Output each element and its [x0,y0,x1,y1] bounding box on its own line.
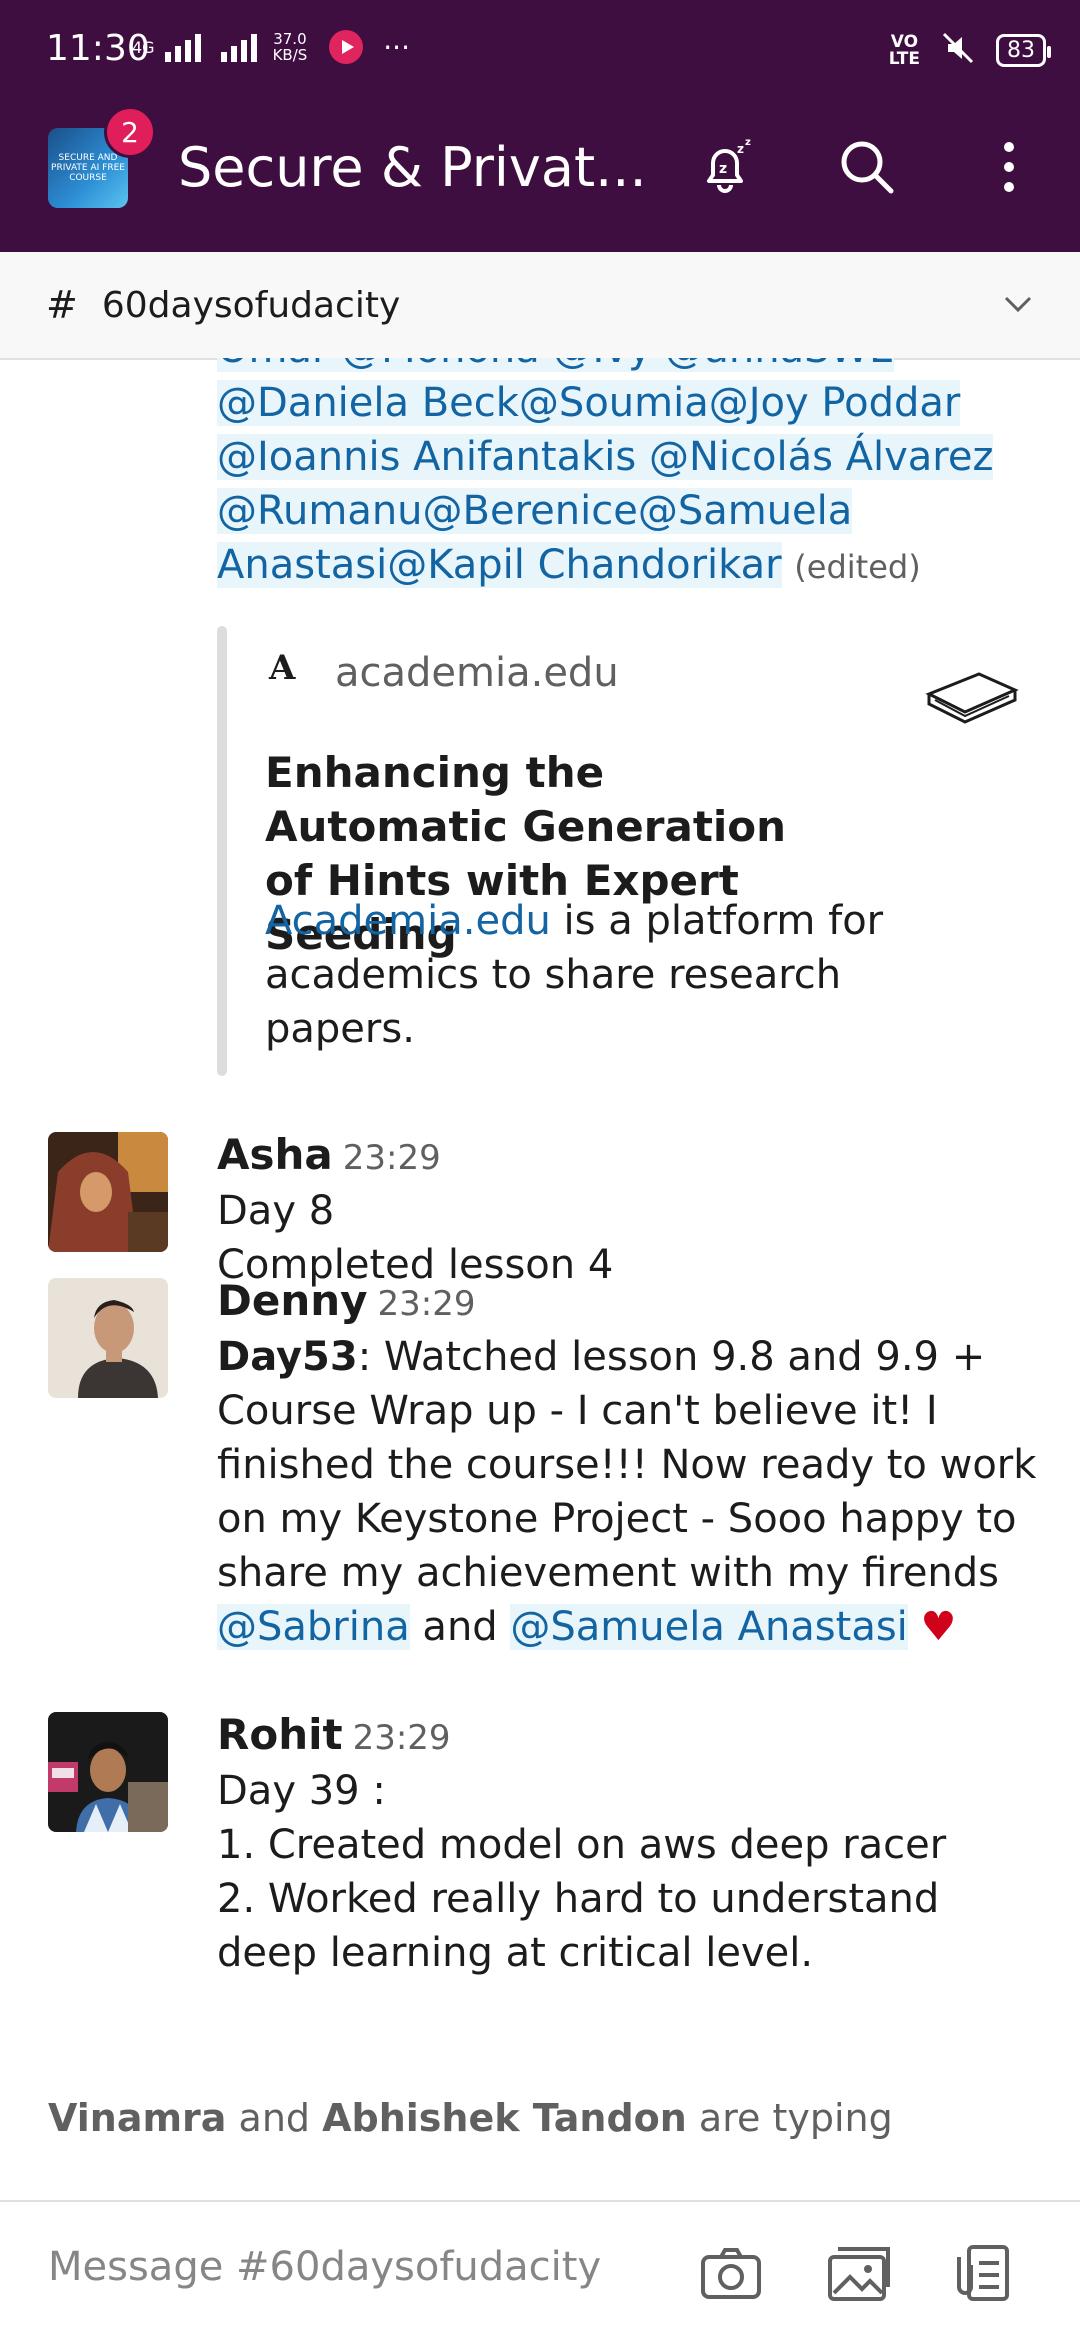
message-list[interactable]: Omar @Mohona @Ivy @annaSWE @Daniela Beck… [0,358,1080,2098]
network-type: 4G [132,37,155,57]
status-bar: 11:30 4G 37.0 KB/S ··· VO LTE 83 [0,0,1080,84]
attach-file-icon[interactable] [948,2238,1018,2308]
message-body: Day 39 : 1. Created model on aws deep ra… [217,1768,947,1976]
message-author[interactable]: Denny 23:29 [217,1276,476,1325]
attachment-domain: academia.edu [335,650,619,696]
unread-badge: 2 [104,106,156,158]
svg-text:z: z [719,161,727,177]
link-preview[interactable]: A academia.edu Enhancing the Automatic G… [217,626,1047,1076]
message-author[interactable]: Rohit 23:29 [217,1710,451,1759]
attachment-description: Academia.edu is a platform for academics… [265,898,884,1052]
message-time: 23:29 [352,1718,451,1758]
mention-line[interactable]: @Daniela Beck@Soumia@Joy Poddar [217,380,961,426]
book-thumbnail-icon [917,646,1027,756]
mention-line[interactable]: Anastasi@Kapil Chandorikar [217,542,782,588]
mention-sabrina[interactable]: @Sabrina [217,1604,410,1650]
message-composer: Message #60daysofudacity [0,2200,1080,2342]
message-time: 23:29 [342,1138,441,1178]
heart-emoji: ♥ [920,1604,957,1650]
message-time: 23:29 [377,1284,476,1324]
message-body: Day53: Watched lesson 9.8 and 9.9 + Cour… [217,1334,1037,1650]
attachment-bar [217,626,227,1076]
battery-icon: 83 [996,34,1051,67]
net-speed: 37.0 KB/S [272,30,308,64]
avatar[interactable] [48,1132,168,1252]
channel-hash-icon: # [46,283,78,327]
signal-icon [164,32,201,62]
status-right: VO LTE 83 [888,30,1051,71]
academia-logo-icon: A [269,648,296,688]
gallery-icon[interactable] [824,2238,894,2308]
volte-icon: VO LTE [888,31,920,69]
search-icon[interactable] [832,132,902,202]
mention-samuela[interactable]: @Samuela Anastasi [510,1604,908,1650]
app-header: SECURE AND PRIVATE AI FREE COURSE 2 Secu… [0,84,1080,252]
chevron-down-icon[interactable] [1000,286,1036,326]
svg-text:z: z [737,142,744,156]
channel-name[interactable]: 60daysofudacity [102,285,400,326]
more-notifications-icon: ··· [383,30,410,64]
message-author[interactable]: Asha 23:29 [217,1130,441,1179]
camera-icon[interactable] [696,2238,766,2308]
avatar[interactable] [48,1278,168,1398]
attachment-desc-link[interactable]: Academia.edu [265,898,551,944]
mention-line[interactable]: @Rumanu@Berenice@Samuela [217,488,853,534]
snooze-bell-icon[interactable]: z z z [690,132,760,202]
mention-line[interactable]: @Ioannis Anifantakis @Nicolás Álvarez [217,434,994,480]
mention-partial[interactable]: Omar @Mohona @Ivy @annaSWE [217,358,895,372]
message-input[interactable]: Message #60daysofudacity [48,2244,601,2290]
message-bold-text: Day53 [217,1334,358,1380]
edited-label: (edited) [794,548,921,586]
signal-2-icon [220,32,257,62]
previous-message-text: Omar @Mohona @Ivy @annaSWE @Daniela Beck… [217,358,994,594]
mute-vibrate-icon [938,30,978,71]
youtube-icon [329,30,364,64]
status-indicators: 4G 37.0 KB/S ··· [132,30,410,64]
avatar[interactable] [48,1712,168,1832]
svg-text:z: z [745,137,751,148]
channel-header[interactable]: # 60daysofudacity [0,252,1080,360]
typing-indicator: Vinamra and Abhishek Tandon are typing [48,2096,893,2140]
overflow-menu-icon[interactable] [974,132,1044,202]
workspace-title[interactable]: Secure & Privat... [178,136,647,199]
